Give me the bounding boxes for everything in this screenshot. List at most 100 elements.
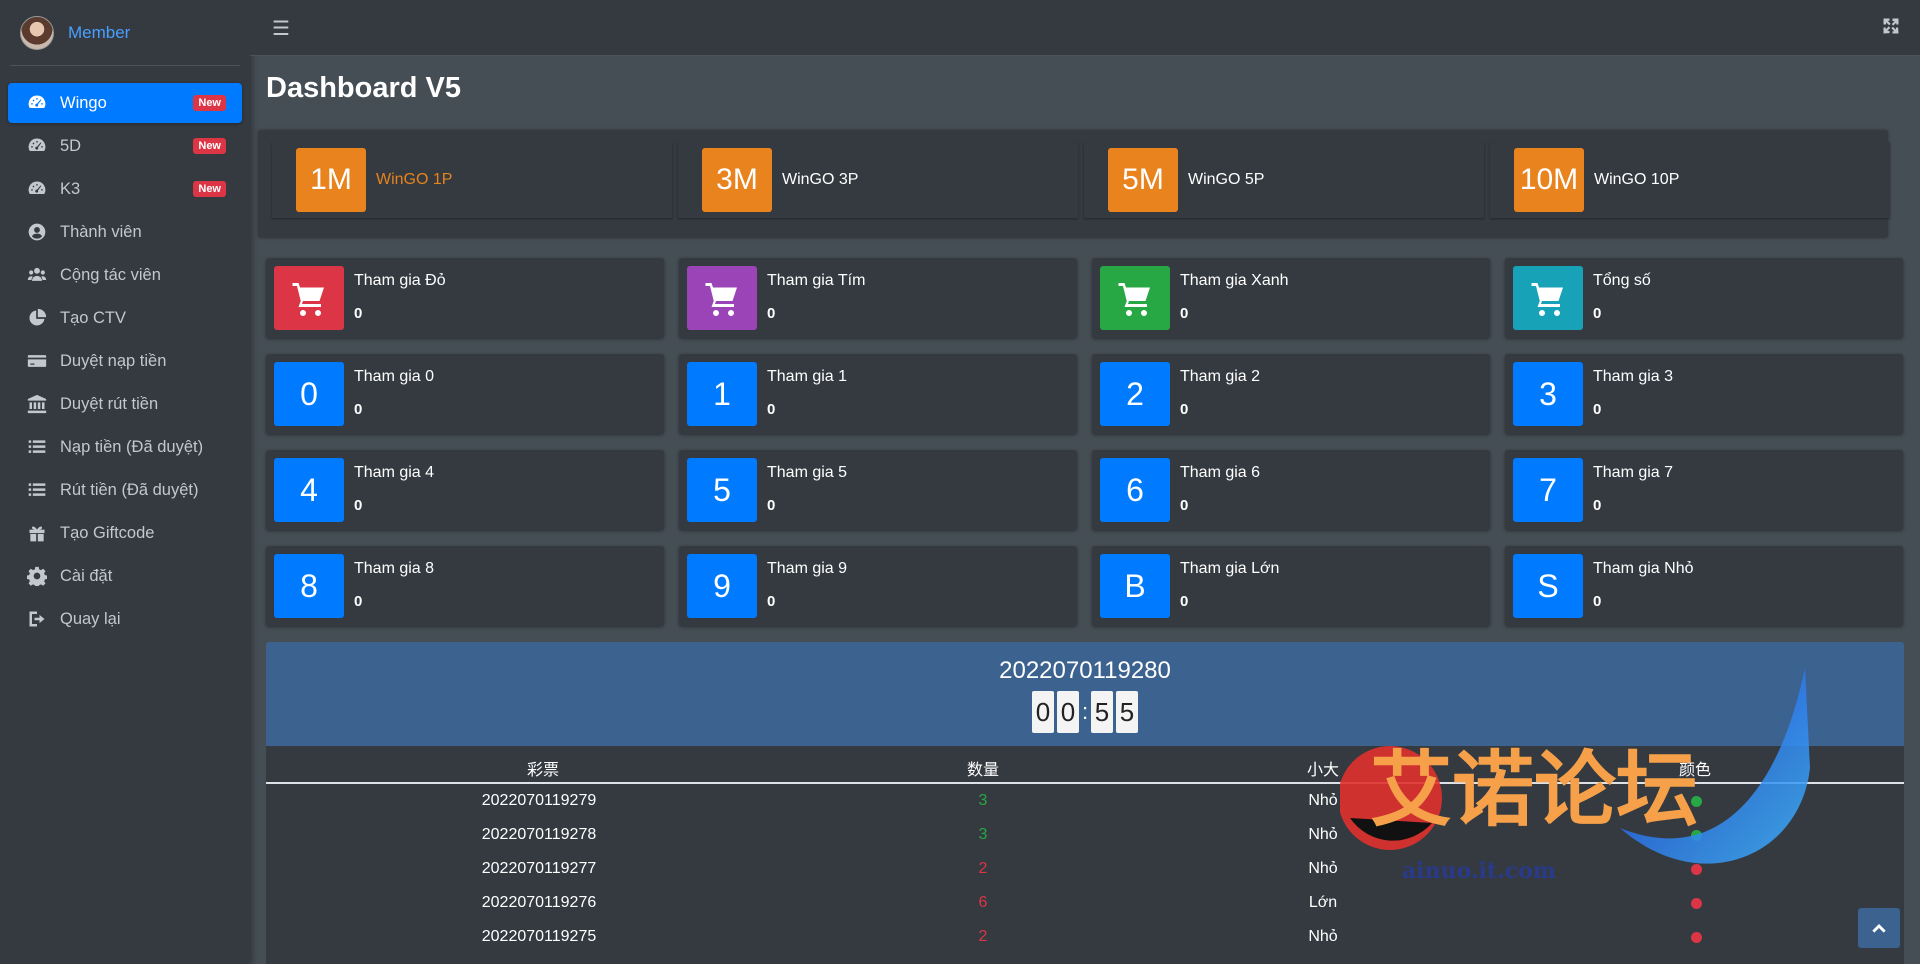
timer-digit: 0	[1057, 691, 1079, 733]
card-title: Tổng số	[1593, 272, 1651, 289]
number-cell: 3	[978, 826, 988, 843]
dashboard-icon	[26, 135, 48, 157]
size-cell: Nhỏ	[1308, 826, 1338, 843]
sidebar-item-label: Duyệt nạp tiền	[60, 351, 167, 370]
user-circle-icon	[26, 221, 48, 243]
game-box: 1M	[296, 148, 366, 212]
sidebar-item-approve-withdraw[interactable]: Duyệt rút tiền	[8, 384, 242, 424]
sidebar-item-label: Tạo CTV	[60, 308, 127, 327]
color-dot	[1691, 898, 1702, 909]
shopping-cart-icon	[705, 283, 737, 316]
color-dot	[1691, 830, 1702, 841]
top-navbar: ☰	[250, 0, 1920, 56]
sidebar-item-k3[interactable]: K3 New	[8, 169, 242, 209]
sidebar-item-label: Rút tiền (Đã duyệt)	[60, 480, 199, 499]
bank-icon	[26, 393, 48, 415]
card-value: 0	[1180, 305, 1189, 322]
avatar[interactable]	[20, 15, 54, 50]
card-title: Tham gia 8	[354, 560, 435, 577]
scroll-to-top-button[interactable]	[1858, 908, 1900, 948]
card-title: Tham gia 9	[767, 560, 848, 577]
timer-digit: 5	[1091, 691, 1113, 733]
card-number-box: 7	[1513, 458, 1583, 522]
color-dot	[1691, 932, 1702, 943]
stat-card-number: 3 Tham gia 3 0	[1505, 354, 1903, 434]
card-value: 0	[354, 401, 363, 418]
card-value: 0	[1180, 401, 1189, 418]
stat-card-purple: Tham gia Tím 0	[679, 258, 1077, 338]
number-cell: 3	[978, 792, 988, 809]
shopping-cart-icon	[1531, 283, 1563, 316]
card-number-box: 0	[274, 362, 344, 426]
card-number-box: 1	[687, 362, 757, 426]
card-value: 0	[1593, 497, 1602, 514]
sidebar-item-back[interactable]: Quay lại	[8, 599, 242, 639]
sidebar-item-label: Cài đặt	[60, 566, 113, 585]
sidebar-item-create-giftcode[interactable]: Tạo Giftcode	[8, 513, 242, 553]
user-panel[interactable]: Member	[10, 0, 240, 66]
gear-icon	[26, 565, 48, 587]
card-title: Tham gia 6	[1180, 464, 1261, 481]
sidebar-item-label: Thành viên	[60, 222, 142, 241]
stat-card-number: 2 Tham gia 2 0	[1092, 354, 1490, 434]
card-title: Tham gia 2	[1180, 368, 1261, 385]
sidebar-item-label: Cộng tác viên	[60, 265, 161, 284]
sidebar-item-deposits-approved[interactable]: Nạp tiền (Đã duyệt)	[8, 427, 242, 467]
sidebar-item-settings[interactable]: Cài đặt	[8, 556, 242, 596]
stat-card-number: S Tham gia Nhỏ 0	[1505, 546, 1903, 626]
sidebar-item-5d[interactable]: 5D New	[8, 126, 242, 166]
period-cell: 2022070119275	[481, 928, 597, 945]
card-title: Tham gia Nhỏ	[1593, 560, 1694, 577]
card-title: Tham gia Đỏ	[354, 272, 446, 289]
game-tab-wingo-10p[interactable]: 10M WinGO 10P	[1490, 142, 1890, 218]
stat-card-number: 6 Tham gia 6 0	[1092, 450, 1490, 530]
stat-card-number: 9 Tham gia 9 0	[679, 546, 1077, 626]
stat-card-number: B Tham gia Lớn 0	[1092, 546, 1490, 626]
card-title: Tham gia 4	[354, 464, 435, 481]
stat-card-total: Tổng số 0	[1505, 258, 1903, 338]
column-header: 彩票	[526, 762, 560, 779]
stat-card-green: Tham gia Xanh 0	[1092, 258, 1490, 338]
sidebar-item-label: 5D	[60, 136, 82, 155]
card-value: 0	[767, 305, 776, 322]
page-title: Dashboard V5	[266, 72, 461, 104]
round-number: 2022070119280	[999, 657, 1171, 684]
sidebar-item-wingo[interactable]: Wingo New	[8, 83, 242, 123]
stat-card-red: Tham gia Đỏ 0	[266, 258, 664, 338]
card-value: 0	[1180, 497, 1189, 514]
sidebar-item-collaborators[interactable]: Cộng tác viên	[8, 255, 242, 295]
new-badge: New	[193, 138, 226, 154]
user-name[interactable]: Member	[68, 23, 130, 43]
card-number-box: 8	[274, 554, 344, 618]
column-header: 小大	[1306, 762, 1340, 779]
timer-digit: 5	[1116, 691, 1138, 733]
size-cell: Nhỏ	[1308, 792, 1338, 809]
card-title: Tham gia 5	[767, 464, 848, 481]
sidebar-item-create-ctv[interactable]: Tạo CTV	[8, 298, 242, 338]
sign-out-icon	[26, 608, 48, 630]
game-tab-wingo-1p[interactable]: 1M WinGO 1P	[272, 142, 672, 218]
new-badge: New	[193, 95, 226, 111]
expand-icon[interactable]	[1882, 17, 1900, 35]
sidebar-item-label: Wingo	[60, 93, 107, 112]
game-tab-wingo-3p[interactable]: 3M WinGO 3P	[678, 142, 1078, 218]
game-label: WinGO 10P	[1594, 171, 1680, 188]
sidebar-item-withdrawals-approved[interactable]: Rút tiền (Đã duyệt)	[8, 470, 242, 510]
sidebar-item-members[interactable]: Thành viên	[8, 212, 242, 252]
card-title: Tham gia Xanh	[1180, 272, 1289, 289]
period-cell: 2022070119277	[481, 860, 597, 877]
current-round-panel: 2022070119280 0 0 : 5 5	[266, 642, 1904, 746]
chevron-up-icon	[1872, 924, 1886, 933]
card-number-box: 2	[1100, 362, 1170, 426]
dashboard-icon	[26, 178, 48, 200]
game-selector: 1M WinGO 1P 3M WinGO 3P 5M WinGO 5P 10M …	[258, 130, 1890, 238]
size-cell: Nhỏ	[1308, 928, 1338, 945]
table-header: 彩票 数量 小大 颜色	[266, 746, 1904, 784]
sidebar-item-approve-deposit[interactable]: Duyệt nạp tiền	[8, 341, 242, 381]
game-box: 3M	[702, 148, 772, 212]
table-row: 2022070119278 3 Nhỏ	[266, 818, 1904, 852]
game-tab-wingo-5p[interactable]: 5M WinGO 5P	[1084, 142, 1484, 218]
sidebar-item-label: K3	[60, 179, 81, 198]
hamburger-icon[interactable]: ☰	[272, 16, 290, 41]
color-dot	[1691, 796, 1702, 807]
